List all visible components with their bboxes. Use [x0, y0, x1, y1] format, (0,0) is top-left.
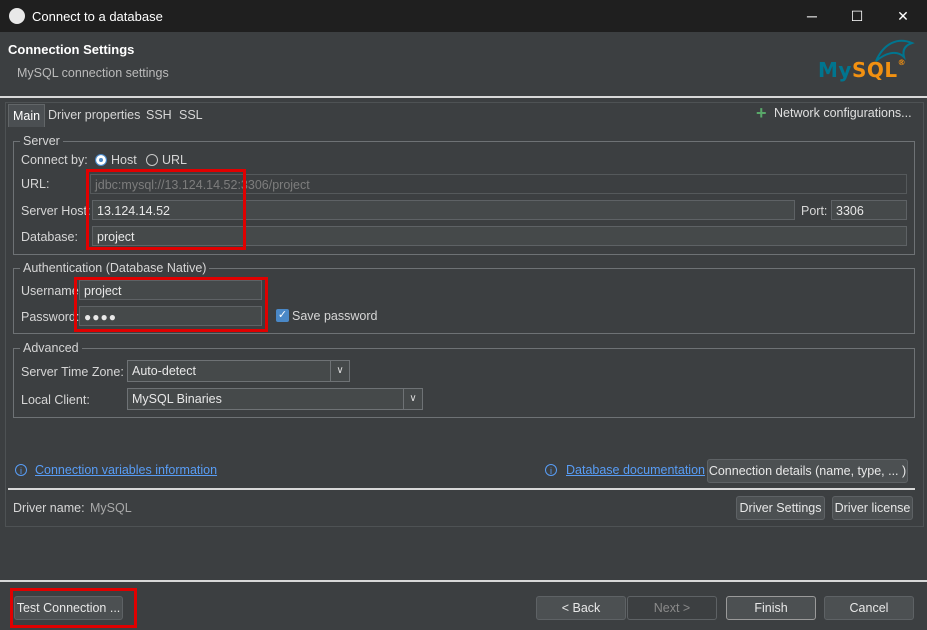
- port-label: Port:: [801, 204, 828, 218]
- server-time-zone-select[interactable]: Auto-detect ∨: [127, 360, 350, 382]
- close-icon[interactable]: ✕: [880, 0, 926, 32]
- cancel-button[interactable]: Cancel: [824, 596, 914, 620]
- title-bar: Connect to a database ─ ☐ ✕: [0, 0, 927, 32]
- server-host-label: Server Host:: [21, 204, 91, 218]
- advanced-legend: Advanced: [23, 341, 79, 355]
- window-title: Connect to a database: [32, 9, 163, 24]
- finish-button[interactable]: Finish: [726, 596, 816, 620]
- url-radio-label[interactable]: URL: [162, 153, 187, 167]
- server-legend: Server: [23, 134, 60, 148]
- local-client-select[interactable]: MySQL Binaries ∨: [127, 388, 423, 410]
- highlight-server-fields: [86, 169, 246, 250]
- host-radio[interactable]: [95, 154, 107, 166]
- connection-variables-link[interactable]: Connection variables information: [35, 463, 217, 477]
- network-configurations-label: Network configurations...: [774, 106, 912, 120]
- tab-driver-properties[interactable]: Driver properties: [48, 104, 140, 126]
- database-documentation-link[interactable]: Database documentation: [566, 463, 705, 477]
- url-radio[interactable]: [146, 154, 158, 166]
- minimize-icon[interactable]: ─: [789, 0, 835, 32]
- port-field[interactable]: 3306: [831, 200, 907, 220]
- page-subtitle: MySQL connection settings: [17, 66, 169, 80]
- save-password-label[interactable]: Save password: [292, 309, 377, 323]
- username-label: Username:: [21, 284, 83, 298]
- page-title: Connection Settings: [8, 42, 135, 57]
- maximize-icon[interactable]: ☐: [834, 0, 880, 32]
- host-radio-label[interactable]: Host: [111, 153, 137, 167]
- driver-settings-button[interactable]: Driver Settings: [736, 496, 825, 520]
- connect-by-label: Connect by:: [21, 153, 88, 167]
- driver-license-button[interactable]: Driver license: [832, 496, 913, 520]
- network-configurations-button[interactable]: + Network configurations...: [756, 103, 912, 123]
- tab-ssh[interactable]: SSH: [146, 104, 172, 126]
- driver-name-label: Driver name:: [13, 501, 85, 515]
- authentication-legend: Authentication (Database Native): [23, 261, 207, 275]
- plus-icon: +: [756, 103, 767, 123]
- database-label: Database:: [21, 230, 78, 244]
- header-separator: [0, 96, 927, 98]
- local-client-value: MySQL Binaries: [132, 392, 222, 406]
- next-button[interactable]: Next >: [627, 596, 717, 620]
- tab-main[interactable]: Main: [8, 104, 46, 127]
- password-label: Password:: [21, 310, 80, 324]
- connection-details-button[interactable]: Connection details (name, type, ... ): [707, 459, 908, 483]
- tab-ssl[interactable]: SSL: [179, 104, 203, 126]
- local-client-label: Local Client:: [21, 393, 90, 407]
- back-button[interactable]: < Back: [536, 596, 626, 620]
- server-time-zone-value: Auto-detect: [132, 364, 196, 378]
- info-icon: i: [545, 464, 557, 476]
- dolphin-icon: [875, 39, 915, 62]
- driver-name-value: MySQL: [90, 501, 132, 515]
- server-time-zone-label: Server Time Zone:: [21, 365, 124, 379]
- url-label: URL:: [21, 177, 50, 191]
- footer-separator: [0, 580, 927, 582]
- highlight-auth-fields: [74, 277, 268, 332]
- save-password-checkbox[interactable]: ✓: [276, 309, 289, 322]
- highlight-test-connection: [10, 588, 137, 628]
- driver-separator: [8, 488, 915, 490]
- dialog-header: Connection Settings MySQL connection set…: [0, 32, 927, 95]
- chevron-down-icon: ∨: [330, 361, 349, 381]
- chevron-down-icon: ∨: [403, 389, 422, 409]
- dbeaver-app-icon: [9, 8, 25, 24]
- info-icon: i: [15, 464, 27, 476]
